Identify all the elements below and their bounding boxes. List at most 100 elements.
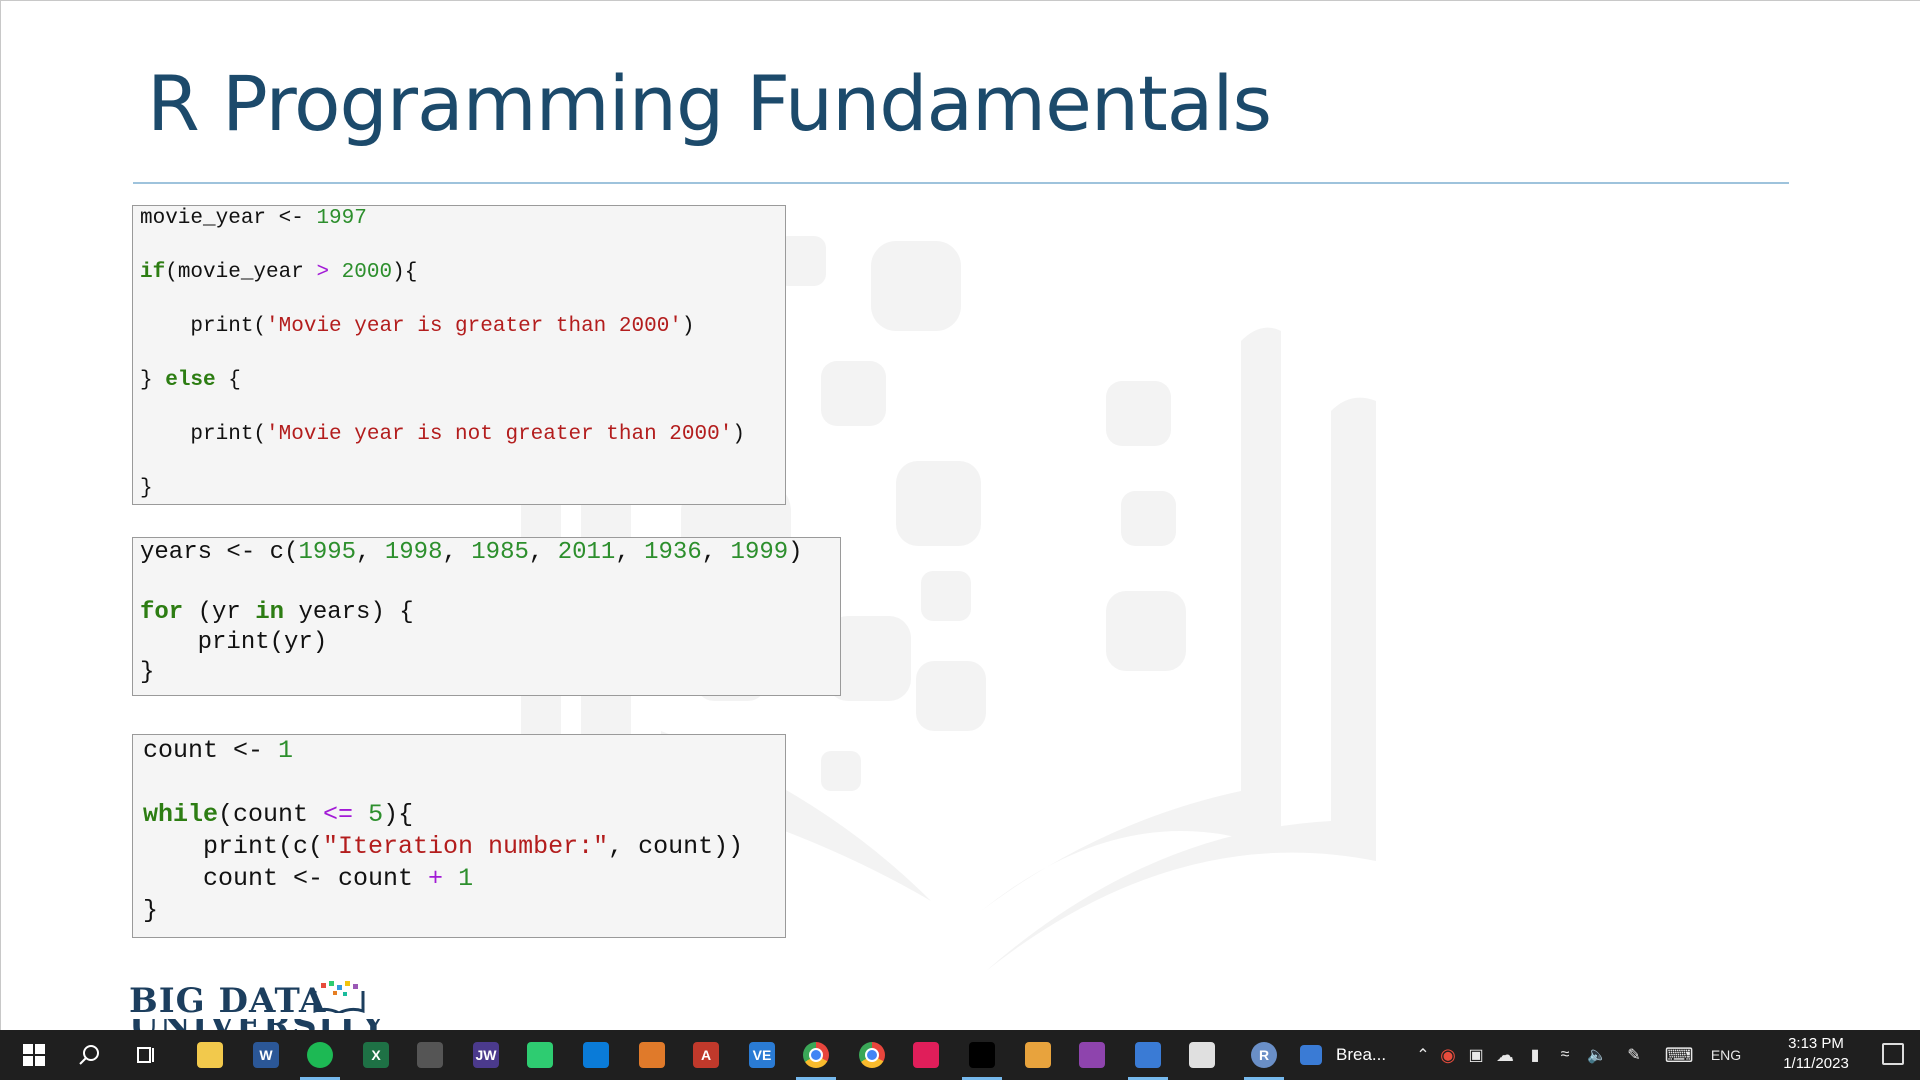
keyboard-icon[interactable]: ⌨	[1654, 1043, 1704, 1068]
code-token: ,	[701, 539, 731, 566]
code-line: for (yr in years) {	[140, 598, 840, 628]
code-token: else	[165, 369, 216, 392]
antivirus-icon[interactable]: ◉	[1434, 1045, 1462, 1066]
code-token: print(yr)	[140, 629, 328, 656]
cloud-icon[interactable]: ☁	[1490, 1045, 1520, 1066]
clock[interactable]: 3:13 PM 1/11/2023	[1776, 1034, 1856, 1074]
wifi-icon[interactable]: ≈	[1550, 1046, 1580, 1064]
taskbar-slack[interactable]	[900, 1030, 952, 1080]
code-token: ,	[356, 539, 385, 566]
code-line: years <- c(1995, 1998, 1985, 2011, 1936,…	[140, 538, 840, 568]
code-token: , count))	[608, 832, 744, 861]
taskbar-git-app[interactable]	[1012, 1030, 1064, 1080]
code-line: count <- 1	[143, 735, 785, 767]
slack-icon	[913, 1042, 939, 1068]
code-token: }	[140, 659, 155, 686]
code-token: }	[140, 369, 166, 392]
code-token: ,	[528, 539, 558, 566]
code-token: )	[681, 315, 695, 338]
code-token: 1997	[316, 207, 367, 230]
taskbar-ve-app[interactable]: VE	[736, 1030, 788, 1080]
code-token: 1998	[384, 539, 443, 566]
taskbar-access[interactable]: A	[680, 1030, 732, 1080]
taskbar-chrome-profile[interactable]	[846, 1030, 898, 1080]
code-token: 1995	[298, 539, 357, 566]
chevron-up-icon[interactable]: ⌃	[1412, 1045, 1434, 1065]
taskbar-search-button[interactable]	[64, 1030, 116, 1080]
clock-date: 1/11/2023	[1783, 1055, 1849, 1072]
taskbar-calculator[interactable]	[404, 1030, 456, 1080]
logo-text-line2: UNIVERSITY	[129, 1019, 386, 1030]
code-token: )	[788, 539, 803, 566]
news-icon	[1300, 1045, 1322, 1065]
code-token: years <- c(	[140, 539, 299, 566]
code-token: in	[255, 599, 285, 626]
code-token: >	[316, 261, 330, 284]
taskbar-chrome[interactable]	[790, 1030, 842, 1080]
code-token: 'Movie year is not greater than 2000'	[266, 423, 733, 446]
taskbar-vscode[interactable]	[570, 1030, 622, 1080]
code-token: }	[140, 477, 153, 500]
code-line: print('Movie year is not greater than 20…	[140, 422, 785, 476]
code-token: count <-	[143, 736, 279, 765]
play-icon	[527, 1042, 553, 1068]
taskbar: W X JW A VE R Brea... ⌃ ◉ ▣ ☁ ▮ ≈ 🔈 ✎ ⌨ ENG 3:…	[0, 1030, 1920, 1080]
code-token: 5	[368, 800, 384, 829]
code-token: (count	[218, 800, 324, 829]
code-token: years) {	[284, 599, 414, 626]
windows-logo-icon	[21, 1042, 47, 1068]
battery-icon[interactable]: ▮	[1520, 1045, 1550, 1065]
code-line: if(movie_year > 2000){	[140, 260, 785, 314]
code-block-if-else: movie_year <- 1997 if(movie_year > 2000){…	[132, 205, 786, 505]
taskbar-terminal[interactable]	[956, 1030, 1008, 1080]
code-token: <=	[323, 800, 354, 829]
reader-icon	[1189, 1042, 1215, 1068]
taskbar-start-button[interactable]	[8, 1030, 60, 1080]
taskbar-excel[interactable]: X	[350, 1030, 402, 1080]
taskbar-media-app[interactable]	[514, 1030, 566, 1080]
drop-icon	[1079, 1042, 1105, 1068]
taskbar-file-explorer[interactable]	[184, 1030, 236, 1080]
ve-icon: VE	[749, 1042, 775, 1068]
taskbar-task-view-button[interactable]	[120, 1030, 172, 1080]
code-token: print(	[140, 315, 267, 338]
logo-text: BIG DATA	[129, 981, 327, 1021]
slide-title: R Programming Fundamentals	[147, 59, 1272, 148]
code-token: for	[140, 599, 184, 626]
taskbar-spotify[interactable]	[294, 1030, 346, 1080]
taskbar-word[interactable]: W	[240, 1030, 292, 1080]
jw-app-label: JW	[475, 1047, 497, 1063]
taskbar-reader-app[interactable]	[1176, 1030, 1228, 1080]
word-label: W	[259, 1047, 273, 1063]
taskbar-jw-app[interactable]: JW	[460, 1030, 512, 1080]
code-token: 2000	[341, 261, 393, 284]
code-token: 'Movie year is greater than 2000'	[266, 315, 682, 338]
taskbar-drop-app[interactable]	[1066, 1030, 1118, 1080]
volume-icon[interactable]: 🔈	[1580, 1045, 1614, 1065]
code-token: ,	[615, 539, 645, 566]
taskbar-r-app[interactable]: R	[1238, 1030, 1290, 1080]
code-block-while-loop: count <- 1 while(count <= 5){ print(c("It…	[132, 734, 786, 938]
pen-icon[interactable]: ✎	[1614, 1045, 1654, 1065]
code-token: movie_year <-	[140, 207, 317, 230]
code-token: 1936	[644, 539, 702, 566]
code-token: ){	[392, 261, 418, 284]
folder-icon	[197, 1042, 223, 1068]
excel-icon: X	[363, 1042, 389, 1068]
code-token: 1	[278, 736, 294, 765]
meet-icon[interactable]: ▣	[1462, 1045, 1490, 1065]
code-token: ,	[442, 539, 472, 566]
taskbar-virtualbox[interactable]	[1122, 1030, 1174, 1080]
language-indicator[interactable]: ENG	[1704, 1047, 1748, 1063]
taskbar-matlab[interactable]	[626, 1030, 678, 1080]
code-line: while(count <= 5){	[143, 799, 785, 831]
notification-icon[interactable]	[1882, 1043, 1904, 1065]
code-token: while	[143, 800, 219, 829]
ve-app-label: VE	[752, 1047, 772, 1063]
clock-time: 3:13 PM	[1788, 1035, 1844, 1052]
title-divider	[133, 182, 1789, 184]
